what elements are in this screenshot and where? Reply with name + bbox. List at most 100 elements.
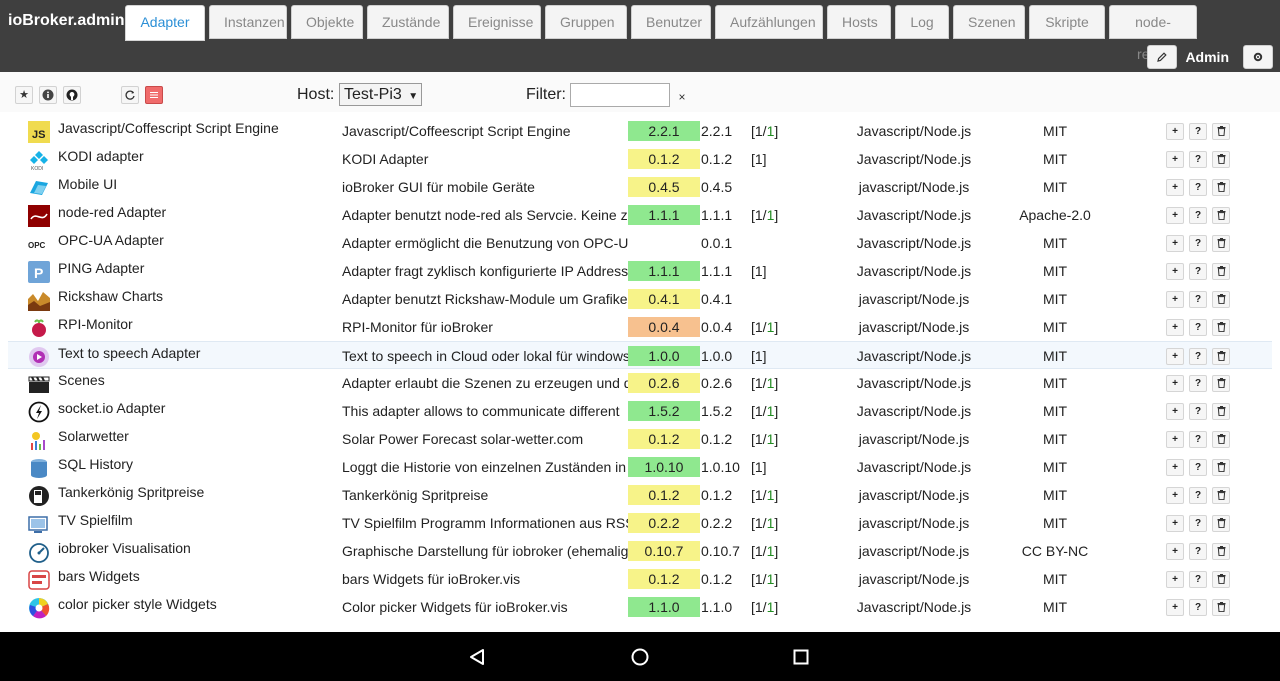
tab-skripte[interactable]: Skripte — [1029, 5, 1105, 39]
tab-szenen[interactable]: Szenen — [953, 5, 1025, 39]
adapter-row[interactable]: Scenes Adapter erlaubt die Szenen zu erze… — [8, 369, 1272, 397]
adapter-row[interactable]: P PING Adapter Adapter fragt zyklisch konf… — [8, 257, 1272, 285]
add-instance-button[interactable]: + — [1166, 151, 1184, 168]
adapter-help-button[interactable]: ? — [1189, 235, 1207, 252]
adapter-row[interactable]: TV Spielfilm TV Spielfilm Programm Inform… — [8, 509, 1272, 537]
adapter-help-button[interactable]: ? — [1189, 431, 1207, 448]
add-instance-button[interactable]: + — [1166, 123, 1184, 140]
delete-adapter-button[interactable] — [1212, 263, 1230, 280]
tab-adapter[interactable]: Adapter — [125, 5, 205, 41]
home-circle-icon[interactable] — [630, 647, 650, 667]
delete-adapter-button[interactable] — [1212, 599, 1230, 616]
add-instance-button[interactable]: + — [1166, 459, 1184, 476]
add-instance-button[interactable]: + — [1166, 375, 1184, 392]
add-instance-button[interactable]: + — [1166, 263, 1184, 280]
adapter-help-button[interactable]: ? — [1189, 487, 1207, 504]
add-instance-button[interactable]: + — [1166, 179, 1184, 196]
adapter-row[interactable]: Solarwetter Solar Power Forecast solar-we… — [8, 425, 1272, 453]
tab-log[interactable]: Log — [895, 5, 949, 39]
add-instance-button[interactable]: + — [1166, 235, 1184, 252]
tab-ereignisse[interactable]: Ereignisse — [453, 5, 541, 39]
delete-adapter-button[interactable] — [1212, 375, 1230, 392]
delete-adapter-button[interactable] — [1212, 515, 1230, 532]
adapter-row[interactable]: OPC OPC-UA Adapter Adapter ermöglicht die … — [8, 229, 1272, 257]
adapter-row[interactable]: color picker style Widgets Color picker W… — [8, 593, 1272, 621]
filter-input[interactable] — [570, 83, 670, 107]
add-instance-button[interactable]: + — [1166, 403, 1184, 420]
settings-button[interactable] — [1243, 45, 1273, 69]
tab-gruppen[interactable]: Gruppen — [545, 5, 627, 39]
delete-adapter-button[interactable] — [1212, 459, 1230, 476]
github-button[interactable] — [63, 86, 81, 104]
trash-icon — [1217, 182, 1225, 193]
delete-adapter-button[interactable] — [1212, 543, 1230, 560]
adapter-row[interactable]: Text to speech Adapter Text to speech in … — [8, 341, 1272, 369]
delete-adapter-button[interactable] — [1212, 291, 1230, 308]
tab-benutzer[interactable]: Benutzer — [631, 5, 711, 39]
add-instance-button[interactable]: + — [1166, 487, 1184, 504]
adapter-help-button[interactable]: ? — [1189, 599, 1207, 616]
adapter-help-button[interactable]: ? — [1189, 348, 1207, 365]
adapter-help-button[interactable]: ? — [1189, 291, 1207, 308]
delete-adapter-button[interactable] — [1212, 179, 1230, 196]
adapter-row[interactable]: socket.io Adapter This adapter allows to … — [8, 397, 1272, 425]
info-button[interactable] — [39, 86, 57, 104]
tab-objekte[interactable]: Objekte — [291, 5, 363, 39]
adapter-help-button[interactable]: ? — [1189, 319, 1207, 336]
adapter-help-button[interactable]: ? — [1189, 123, 1207, 140]
adapter-help-button[interactable]: ? — [1189, 515, 1207, 532]
adapter-row[interactable]: Tankerkönig Spritpreise Tankerkönig Sprit… — [8, 481, 1272, 509]
adapter-help-button[interactable]: ? — [1189, 459, 1207, 476]
add-instance-button[interactable]: + — [1166, 291, 1184, 308]
delete-adapter-button[interactable] — [1212, 487, 1230, 504]
list-view-button[interactable] — [145, 86, 163, 104]
adapter-help-button[interactable]: ? — [1189, 263, 1207, 280]
delete-adapter-button[interactable] — [1212, 151, 1230, 168]
refresh-button[interactable] — [121, 86, 139, 104]
row-actions: +? — [1164, 509, 1234, 537]
edit-user-button[interactable] — [1147, 45, 1178, 69]
tab-zust-nde[interactable]: Zustände — [367, 5, 449, 39]
delete-adapter-button[interactable] — [1212, 207, 1230, 224]
delete-adapter-button[interactable] — [1212, 431, 1230, 448]
adapter-row[interactable]: iobroker Visualisation Graphische Darstel… — [8, 537, 1272, 565]
add-instance-button[interactable]: + — [1166, 571, 1184, 588]
adapter-row[interactable]: bars Widgets bars Widgets für ioBroker.vi… — [8, 565, 1272, 593]
adapter-row[interactable]: node-red Adapter Adapter benutzt node-red… — [8, 201, 1272, 229]
adapter-row[interactable]: Rickshaw Charts Adapter benutzt Rickshaw-… — [8, 285, 1272, 313]
add-instance-button[interactable]: + — [1166, 348, 1184, 365]
tab-instanzen[interactable]: Instanzen — [209, 5, 287, 39]
add-instance-button[interactable]: + — [1166, 543, 1184, 560]
delete-adapter-button[interactable] — [1212, 403, 1230, 420]
add-instance-button[interactable]: + — [1166, 599, 1184, 616]
delete-adapter-button[interactable] — [1212, 235, 1230, 252]
adapter-row[interactable]: JS Javascript/Coffescript Script Engine Ja… — [8, 117, 1272, 145]
host-select[interactable]: Test-Pi3 ▼ — [339, 83, 422, 106]
adapter-help-button[interactable]: ? — [1189, 179, 1207, 196]
adapter-help-button[interactable]: ? — [1189, 207, 1207, 224]
delete-adapter-button[interactable] — [1212, 571, 1230, 588]
adapter-help-button[interactable]: ? — [1189, 151, 1207, 168]
adapter-help-button[interactable]: ? — [1189, 375, 1207, 392]
back-triangle-icon[interactable] — [468, 647, 488, 667]
clear-filter-button[interactable]: × — [675, 90, 689, 104]
add-instance-button[interactable]: + — [1166, 207, 1184, 224]
adapter-help-button[interactable]: ? — [1189, 571, 1207, 588]
tab-node-red-0[interactable]: node-red.0 — [1109, 5, 1197, 62]
recents-square-icon[interactable] — [791, 647, 811, 667]
adapter-row[interactable]: RPI-Monitor RPI-Monitor für ioBroker 0.0.4… — [8, 313, 1272, 341]
add-instance-button[interactable]: + — [1166, 431, 1184, 448]
tab-aufz-hlungen[interactable]: Aufzählungen — [715, 5, 823, 39]
add-instance-button[interactable]: + — [1166, 515, 1184, 532]
adapter-help-button[interactable]: ? — [1189, 543, 1207, 560]
add-instance-button[interactable]: + — [1166, 319, 1184, 336]
delete-adapter-button[interactable] — [1212, 319, 1230, 336]
delete-adapter-button[interactable] — [1212, 123, 1230, 140]
star-button[interactable]: ★ — [15, 86, 33, 104]
delete-adapter-button[interactable] — [1212, 348, 1230, 365]
adapter-help-button[interactable]: ? — [1189, 403, 1207, 420]
adapter-row[interactable]: SQL History Loggt die Historie von einzel… — [8, 453, 1272, 481]
tab-hosts[interactable]: Hosts — [827, 5, 891, 39]
adapter-row[interactable]: KODI KODI adapter KODI Adapter 0.1.2 0.1.2 [1… — [8, 145, 1272, 173]
adapter-row[interactable]: Mobile UI ioBroker GUI für mobile Geräte 0… — [8, 173, 1272, 201]
